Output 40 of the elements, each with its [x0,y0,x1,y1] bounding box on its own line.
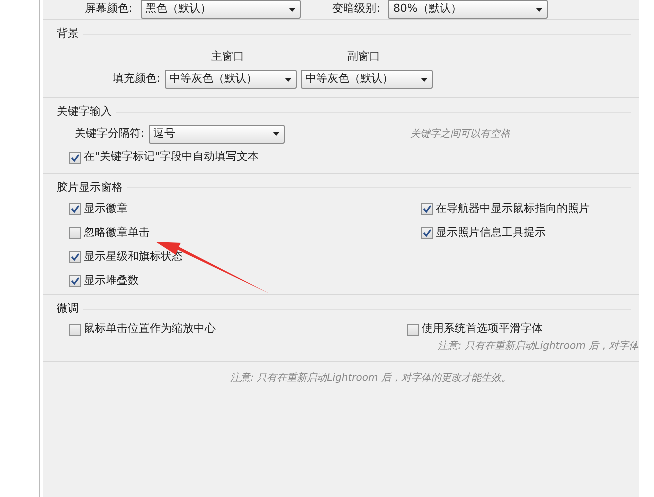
note-text: 注意: 只有在重新启动Lightroom 后，对字体 [438,340,639,354]
field-label: 屏幕颜色: [85,1,133,18]
section-title: 微调 [57,301,79,317]
section-title: 胶片显示窗格 [57,180,123,196]
checkbox[interactable] [421,203,433,215]
dropdown[interactable]: 中等灰色（默认） [164,70,297,89]
field-label: 关键字分隔符: [75,126,145,142]
checkbox-label: 在导航器中显示鼠标指向的照片 [436,200,590,217]
checkbox-label: 显示堆叠数 [84,272,139,289]
dropdown[interactable]: 逗号 [148,124,285,144]
field-label: 填充颜色: [113,71,161,88]
checkbox[interactable] [421,227,433,239]
caret-icon [288,8,296,12]
checkbox[interactable] [407,324,419,336]
checkbox-label: 在"关键字标记"字段中自动填写文本 [84,149,260,166]
checkbox[interactable] [69,324,81,336]
dropdown[interactable]: 80%（默认） [388,0,548,19]
section-title: 关键字输入 [57,104,112,120]
dropdown[interactable]: 黑色（默认） [140,0,301,19]
caret-icon [420,78,428,82]
hint-text: 关键字之间可以有空格 [410,128,511,142]
column-header: 副窗口 [348,48,380,64]
field-label: 变暗级别: [332,1,380,18]
checkbox-label: 鼠标单击位置作为缩放中心 [84,321,216,338]
dropdown[interactable]: 中等灰色（默认） [300,70,433,89]
section-title: 背景 [57,26,79,42]
checkbox-label: 显示照片信息工具提示 [436,224,546,241]
checkbox[interactable] [69,251,81,263]
column-header: 主窗口 [212,48,244,64]
checkbox-label: 忽略徽章单击 [84,224,150,241]
checkbox-label: 显示徽章 [84,200,128,217]
caret-icon [536,8,544,12]
checkbox[interactable] [69,203,81,215]
caret-icon [272,132,280,136]
checkbox[interactable] [69,275,81,287]
checkbox-label: 使用系统首选项平滑字体 [422,321,543,338]
note-text: 注意: 只有在重新启动Lightroom 后，对字体的更改才能生效。 [230,372,512,386]
checkbox[interactable] [69,227,81,239]
caret-icon [284,78,292,82]
checkbox[interactable] [69,152,81,164]
